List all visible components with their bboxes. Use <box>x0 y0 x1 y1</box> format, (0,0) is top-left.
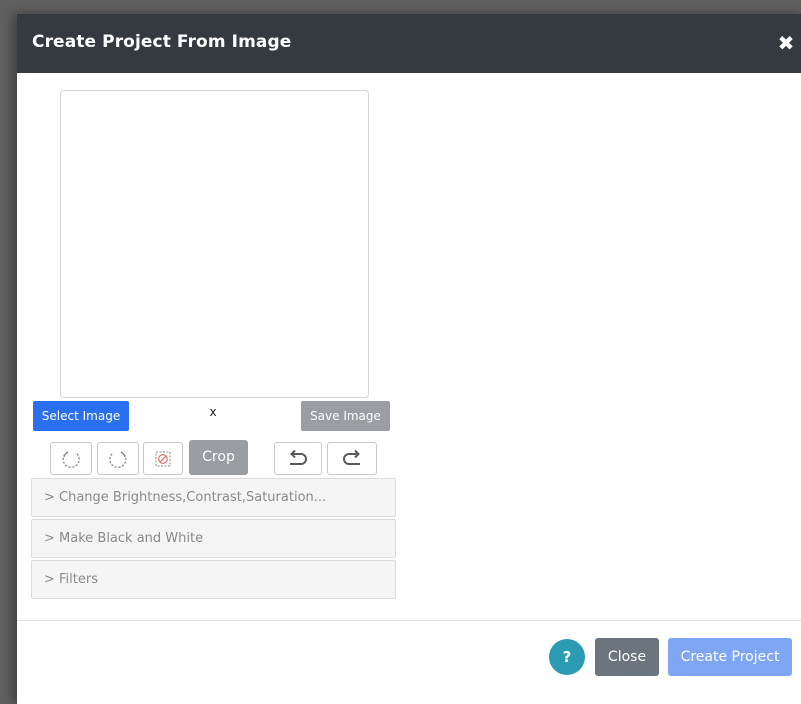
close-button[interactable]: Close <box>595 638 659 676</box>
close-icon[interactable]: ✖ <box>776 33 796 53</box>
clear-selection-button[interactable] <box>143 442 183 475</box>
rotate-right-icon <box>109 450 127 468</box>
crop-button[interactable]: Crop <box>189 440 248 475</box>
undo-icon <box>290 449 307 465</box>
create-project-dialog: Create Project From Image ✖ Select Image… <box>17 14 801 704</box>
help-button[interactable]: ? <box>549 639 585 675</box>
save-image-button[interactable]: Save Image <box>301 401 390 431</box>
rotate-right-button[interactable] <box>97 442 139 475</box>
dialog-title: Create Project From Image <box>32 32 292 52</box>
select-image-button[interactable]: Select Image <box>33 401 129 431</box>
brightness-contrast-section[interactable]: > Change Brightness,Contrast,Saturation.… <box>31 478 396 517</box>
create-project-button[interactable]: Create Project <box>668 638 792 676</box>
footer-divider <box>17 620 801 621</box>
filters-section[interactable]: > Filters <box>31 560 396 599</box>
rotate-left-button[interactable] <box>50 442 92 475</box>
image-dimensions: x <box>209 405 217 419</box>
dialog-header: Create Project From Image ✖ <box>17 14 801 73</box>
undo-button[interactable] <box>274 442 322 475</box>
clear-selection-icon <box>155 450 171 467</box>
image-preview <box>60 90 369 398</box>
redo-button[interactable] <box>327 442 377 475</box>
redo-icon <box>343 449 360 465</box>
black-and-white-section[interactable]: > Make Black and White <box>31 519 396 558</box>
rotate-left-icon <box>62 450 80 468</box>
